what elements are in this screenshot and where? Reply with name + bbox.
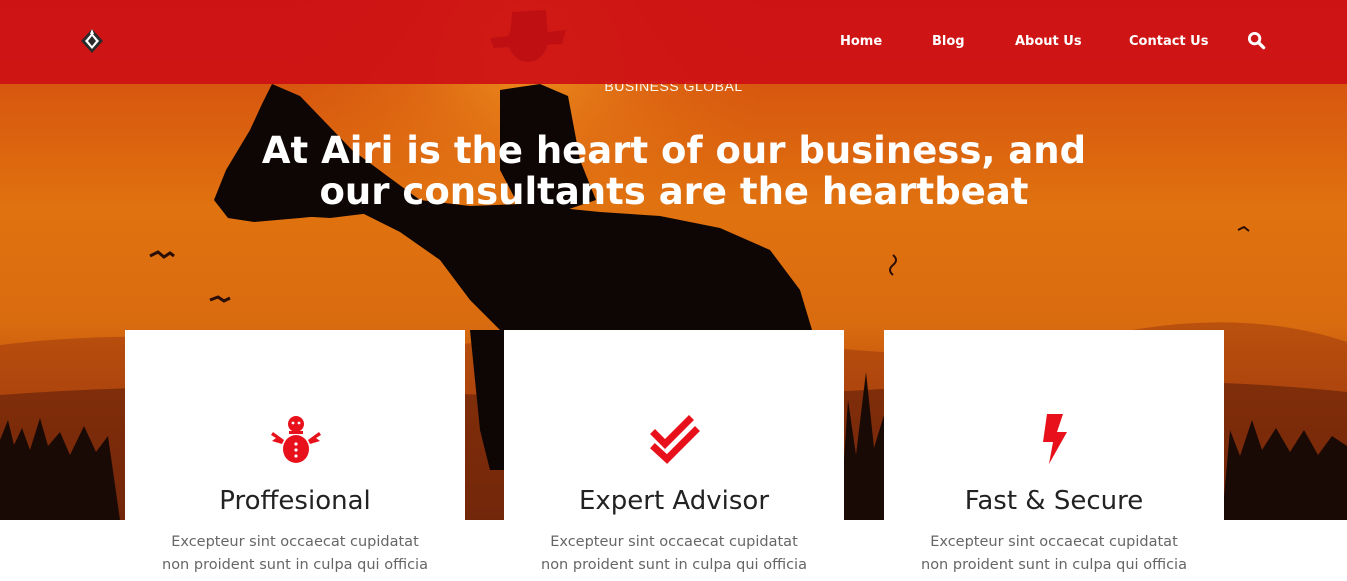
feature-title: Expert Advisor <box>578 486 770 516</box>
nav-about-us-link[interactable]: About Us <box>1015 34 1082 49</box>
feature-description-line-1: Excepteur sint occaecat cupidatat <box>550 534 798 550</box>
nav-contact-us-link[interactable]: Contact Us <box>1129 34 1208 49</box>
nav-blog-link[interactable]: Blog <box>932 34 965 49</box>
brand-logo-icon[interactable] <box>80 28 104 54</box>
feature-description-line-2: non proident sunt in culpa qui officia <box>921 557 1187 573</box>
feature-description-line-1: Excepteur sint occaecat cupidatat <box>171 534 419 550</box>
feature-description: Excepteur sint occaecat cupidatat non pr… <box>135 531 455 577</box>
feature-description-line-2: non proident sunt in culpa qui officia <box>162 557 428 573</box>
hero-headline: At Airi is the heart of our business, an… <box>230 130 1118 212</box>
site-header: Home Blog About Us Contact Us <box>0 0 1347 84</box>
feature-description-line-2: non proident sunt in culpa qui officia <box>541 557 807 573</box>
feature-title: Fast & Secure <box>964 486 1144 516</box>
feature-card-professional: Proffesional Excepteur sint occaecat cup… <box>125 330 465 581</box>
feature-description-line-1: Excepteur sint occaecat cupidatat <box>930 534 1178 550</box>
double-check-icon <box>650 415 700 464</box>
hero-headline-line-2: our consultants are the heartbeat <box>319 170 1029 213</box>
feature-description: Excepteur sint occaecat cupidatat non pr… <box>514 531 834 577</box>
feature-card-expert-advisor: Expert Advisor Excepteur sint occaecat c… <box>504 330 844 581</box>
lightning-bolt-icon <box>1043 414 1067 464</box>
hero-headline-line-1: At Airi is the heart of our business, an… <box>261 129 1087 172</box>
snowman-icon <box>271 416 321 463</box>
feature-description: Excepteur sint occaecat cupidatat non pr… <box>894 531 1214 577</box>
nav-home-link[interactable]: Home <box>840 34 882 49</box>
feature-card-fast-secure: Fast & Secure Excepteur sint occaecat cu… <box>884 330 1224 581</box>
search-icon[interactable] <box>1247 31 1266 50</box>
feature-title: Proffesional <box>219 486 371 516</box>
